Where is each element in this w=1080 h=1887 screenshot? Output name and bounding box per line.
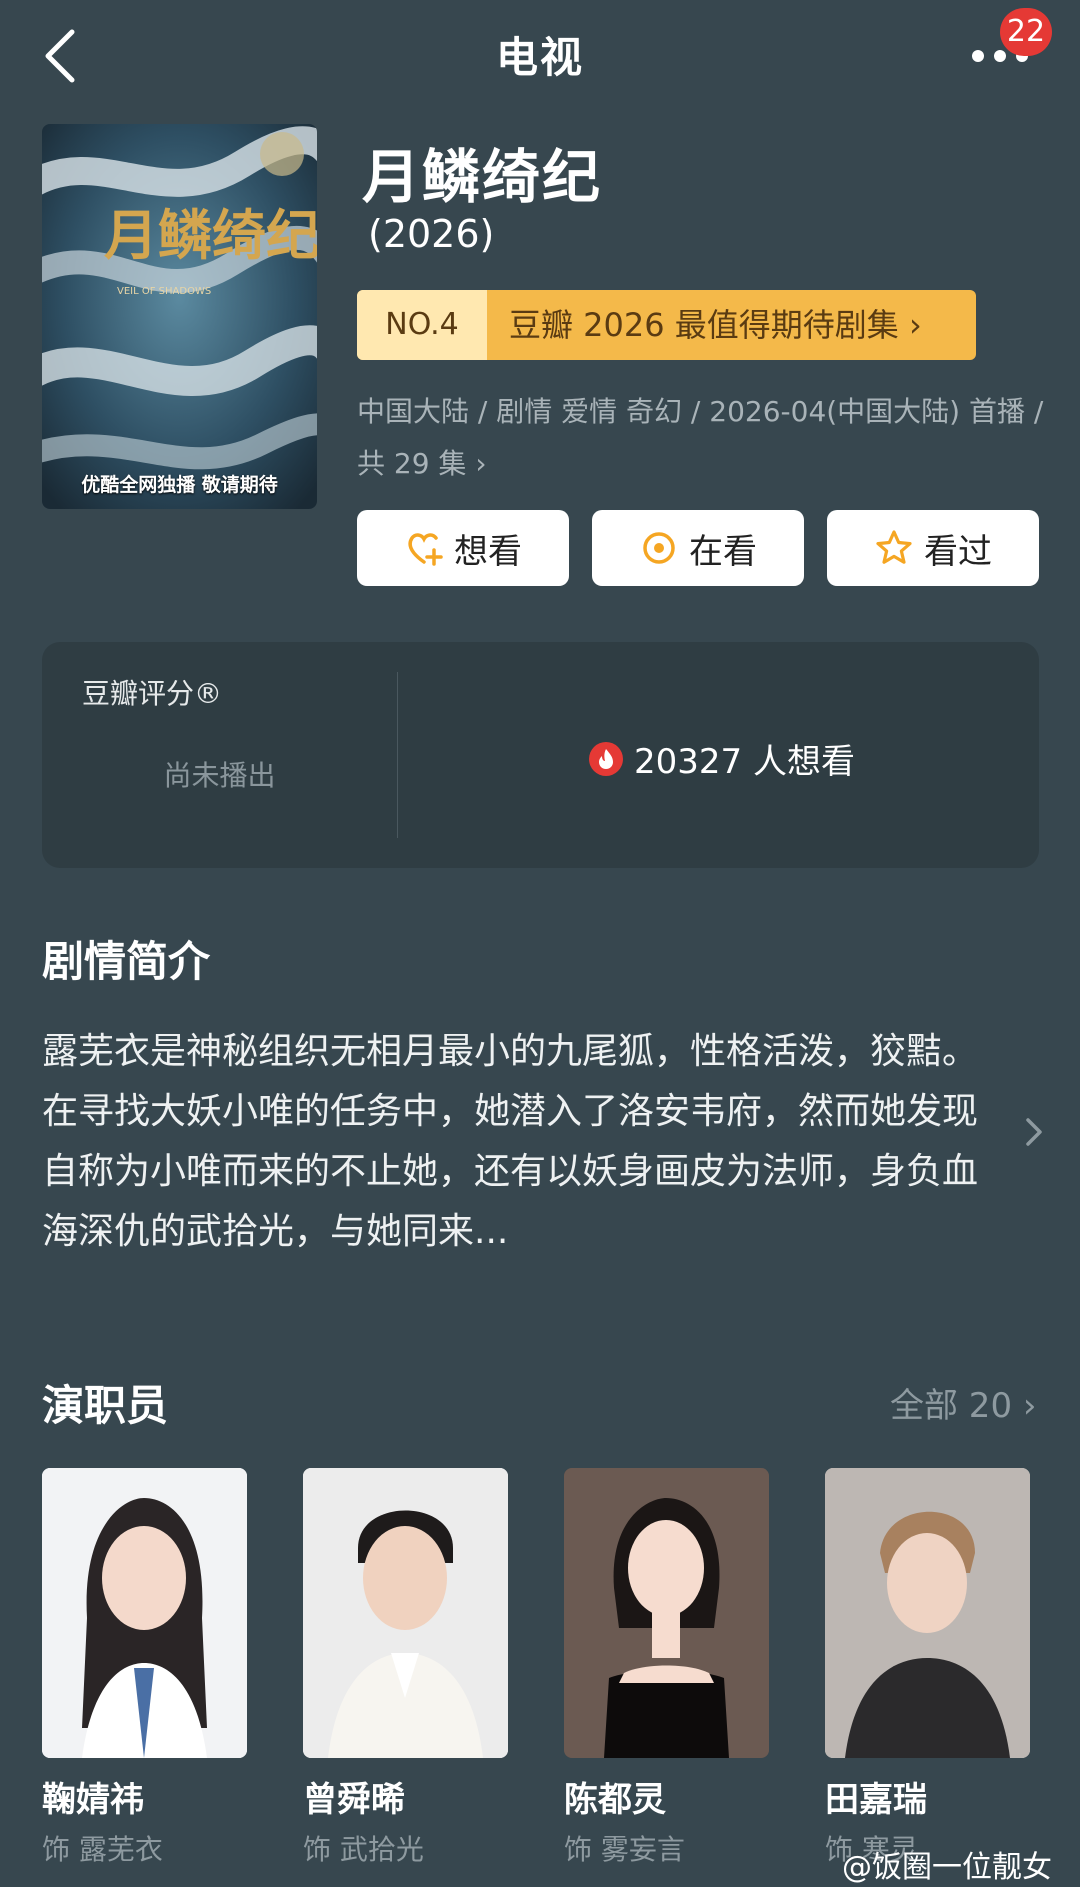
cast-name[interactable]: 曾舜晞	[303, 1772, 405, 1821]
cast-photo[interactable]	[42, 1468, 247, 1758]
target-circle-icon	[643, 532, 675, 564]
watched-button[interactable]: 看过	[827, 510, 1039, 586]
cast-heading: 演职员	[42, 1381, 169, 1430]
synopsis-heading: 剧情简介	[42, 937, 211, 986]
poster-art: 月鳞绮纪 VEIL OF SHADOWS	[42, 124, 317, 509]
synopsis-text[interactable]: 露芜衣是神秘组织无相月最小的九尾狐，性格活泼，狡黠。在寻找大妖小唯的任务中，她潜…	[42, 1022, 1002, 1262]
show-meta-info[interactable]: 中国大陆 / 剧情 爱情 奇幻 / 2026-04(中国大陆) 首播 / 共 2…	[357, 386, 1047, 490]
chevron-right-icon[interactable]	[1022, 1114, 1046, 1150]
cast-photo[interactable]	[825, 1468, 1030, 1758]
rating-status: 尚未播出	[163, 759, 276, 792]
show-title: 月鳞绮纪	[362, 143, 603, 211]
star-outline-icon	[876, 530, 912, 564]
page-title: 电视	[495, 33, 584, 82]
rating-card: 豆瓣评分® 尚未播出 20327 人想看	[42, 642, 1039, 868]
cast-role: 饰 雾妄言	[564, 1833, 685, 1866]
avatar	[825, 1468, 1030, 1758]
avatar	[564, 1468, 769, 1758]
watched-label: 看过	[924, 531, 992, 572]
want-to-watch-button[interactable]: 想看	[357, 510, 569, 586]
ranking-banner[interactable]: NO.4 豆瓣 2026 最值得期待剧集 ›	[357, 290, 976, 360]
rank-label: 豆瓣 2026 最值得期待剧集 ›	[509, 306, 922, 344]
rank-number: NO.4	[357, 290, 487, 360]
watching-label: 在看	[689, 531, 757, 572]
fire-icon	[589, 741, 623, 776]
cast-name[interactable]: 田嘉瑞	[825, 1772, 927, 1821]
poster-title-char: 月鳞绮纪	[104, 203, 317, 267]
cast-name[interactable]: 鞠婧祎	[42, 1772, 144, 1821]
avatar	[42, 1468, 247, 1758]
svg-text:VEIL OF SHADOWS: VEIL OF SHADOWS	[117, 286, 211, 297]
cast-photo[interactable]	[303, 1468, 508, 1758]
cast-name[interactable]: 陈都灵	[564, 1772, 666, 1821]
cast-role: 饰 武拾光	[303, 1833, 424, 1866]
want-to-watch-label: 想看	[454, 531, 522, 572]
show-year: (2026)	[368, 212, 495, 256]
watching-button[interactable]: 在看	[592, 510, 804, 586]
cast-role: 饰 露芜衣	[42, 1833, 163, 1866]
top-nav-bar: 电视 22	[0, 0, 1080, 112]
watermark: @饭圈一位靓女	[842, 1850, 1052, 1885]
cast-photo[interactable]	[564, 1468, 769, 1758]
poster-image[interactable]: 月鳞绮纪 VEIL OF SHADOWS 优酷全网独播 敬请期待	[42, 124, 317, 509]
cast-all-link[interactable]: 全部 20 ›	[890, 1378, 1036, 1427]
douban-rating-label: 豆瓣评分®	[82, 677, 223, 710]
rating-divider	[397, 672, 398, 838]
heart-plus-icon	[408, 533, 443, 566]
avatar	[303, 1468, 508, 1758]
want-count-text: 20327 人想看	[634, 742, 855, 782]
poster-caption: 优酷全网独播 敬请期待	[81, 474, 278, 496]
notification-badge: 22	[1000, 8, 1052, 56]
want-count[interactable]: 20327 人想看	[588, 734, 855, 783]
